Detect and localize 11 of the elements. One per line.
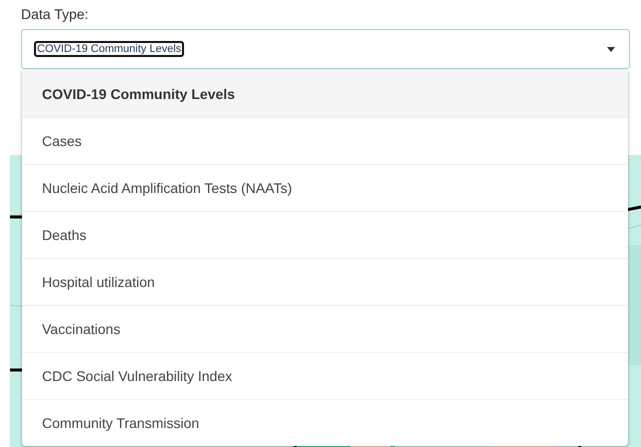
dropdown-option[interactable]: Community Transmission (22, 399, 628, 446)
dropdown-option[interactable]: Deaths (22, 211, 628, 258)
dropdown-option[interactable]: Vaccinations (22, 305, 628, 352)
dropdown-option[interactable]: Hospital utilization (22, 258, 628, 305)
caret-icon (607, 46, 615, 52)
dropdown-option[interactable]: CDC Social Vulnerability Index (22, 352, 628, 399)
field-label: Data Type: (21, 6, 88, 22)
dropdown-option[interactable]: COVID-19 Community Levels (22, 70, 628, 117)
dropdown-option[interactable]: Cases (22, 117, 628, 164)
dropdown-option[interactable]: Nucleic Acid Amplification Tests (NAATs) (22, 164, 628, 211)
data-type-select[interactable]: COVID-19 Community Levels (21, 29, 630, 69)
